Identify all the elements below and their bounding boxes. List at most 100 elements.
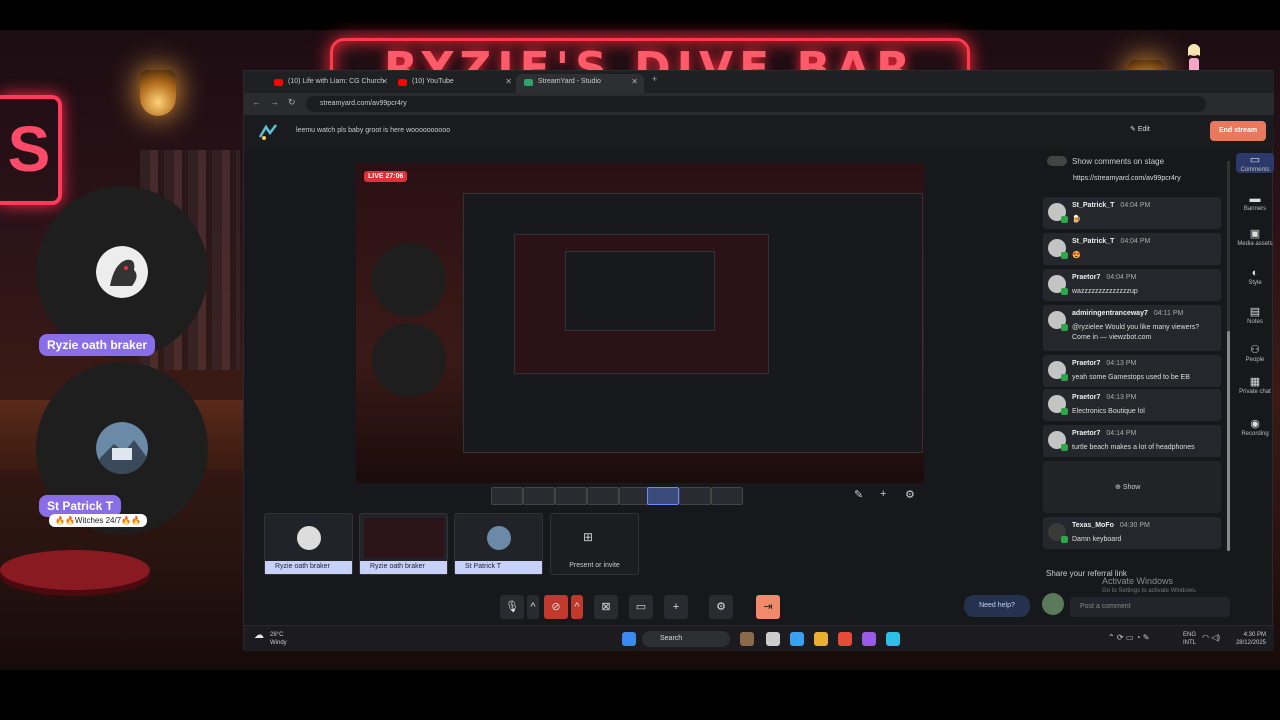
comments-header: Show comments on stage bbox=[1039, 151, 1229, 171]
need-help-button[interactable]: Need help? bbox=[964, 595, 1030, 617]
chat-message[interactable]: Praetor7 04:13 PM Electronics Boutique lol bbox=[1043, 389, 1221, 421]
rail-item-private-chat[interactable]: ▦ Private chat bbox=[1236, 375, 1274, 395]
layout-option[interactable] bbox=[523, 487, 555, 505]
close-icon[interactable]: ✕ bbox=[631, 77, 638, 86]
banner-icon: ▬ bbox=[1249, 193, 1261, 205]
windows-start-icon[interactable] bbox=[622, 632, 636, 646]
new-tab-icon[interactable]: + bbox=[652, 74, 657, 84]
layout-option-selected[interactable] bbox=[647, 487, 679, 505]
participant-tile[interactable]: St Patrick T bbox=[454, 513, 543, 575]
wifi-volume-icon[interactable]: ◠ ◁) bbox=[1202, 633, 1220, 642]
tab-label: StreamYard - Studio bbox=[538, 78, 601, 85]
close-icon[interactable]: ✕ bbox=[381, 77, 388, 86]
chat-message[interactable]: Texas_MoFo 04:30 PM Damn keyboard bbox=[1043, 517, 1221, 549]
discord-icon[interactable] bbox=[862, 632, 876, 646]
app-icon[interactable] bbox=[886, 632, 900, 646]
people-icon: ⚇ bbox=[1250, 344, 1260, 356]
gear-icon[interactable]: ⚙ bbox=[905, 488, 915, 501]
chat-message[interactable]: St_Patrick_T 04:04 PM 🍺 bbox=[1043, 197, 1221, 229]
rail-item-banners[interactable]: ▬ Banners bbox=[1236, 193, 1274, 212]
address-bar: ← → ↻ streamyard.com/av99pcr4ry bbox=[244, 93, 1274, 115]
chat-message[interactable]: Praetor7 04:14 PM turtle beach makes a lot… bbox=[1043, 425, 1221, 457]
present-icon[interactable]: ▭ bbox=[629, 595, 653, 619]
browser-tab[interactable]: (10) Life with Liam: CG Church ✕ bbox=[266, 74, 394, 93]
clock-date: 28/12/2025 bbox=[1235, 640, 1266, 646]
chat-author: Praetor7 04:13 PM bbox=[1072, 360, 1136, 367]
file-explorer-icon[interactable] bbox=[814, 632, 828, 646]
hidden-chat-message[interactable]: ⊕ Show bbox=[1043, 461, 1221, 513]
microphone-icon[interactable]: 🎙 bbox=[500, 595, 524, 619]
browser-tab-active[interactable]: StreamYard - Studio ✕ bbox=[516, 74, 644, 93]
chat-text: yeah some Gamestops used to be EB bbox=[1072, 374, 1190, 381]
post-comment-input[interactable]: Post a comment bbox=[1070, 597, 1230, 617]
copilot-icon[interactable] bbox=[790, 632, 804, 646]
raven-avatar-icon bbox=[96, 246, 148, 298]
weather-widget[interactable]: 28°C Windy bbox=[270, 631, 287, 647]
lang-top: ENG bbox=[1182, 632, 1196, 638]
chat-time: 04:04 PM bbox=[1106, 274, 1137, 281]
add-guest-icon[interactable]: + bbox=[664, 595, 688, 619]
participant-tile[interactable]: Ryzie oath braker bbox=[264, 513, 353, 575]
task-view-icon[interactable] bbox=[766, 632, 780, 646]
record-icon: ◉ bbox=[1250, 418, 1260, 430]
close-icon[interactable]: ✕ bbox=[505, 77, 512, 86]
comments-scroll-thumb[interactable] bbox=[1227, 331, 1230, 551]
chat-author: Praetor7 04:04 PM bbox=[1072, 274, 1136, 281]
camera-off-icon[interactable]: ⊘ bbox=[544, 595, 568, 619]
reload-icon[interactable]: ↻ bbox=[288, 97, 296, 108]
chat-user: Praetor7 bbox=[1072, 274, 1101, 281]
forward-icon[interactable]: → bbox=[270, 97, 279, 107]
participant-tile[interactable]: Ryzie oath braker bbox=[359, 513, 448, 575]
layout-option[interactable] bbox=[679, 487, 711, 505]
show-on-stage-toggle[interactable] bbox=[1047, 156, 1067, 166]
chat-time: 04:11 PM bbox=[1153, 310, 1184, 317]
rail-item-notes[interactable]: ▤ Notes bbox=[1236, 305, 1274, 325]
tile-name-label: St Patrick T bbox=[455, 561, 542, 574]
edit-button[interactable]: ✎ Edit bbox=[1130, 125, 1150, 133]
language-indicator[interactable]: ENG INTL bbox=[1174, 631, 1196, 647]
tile-name-label: Ryzie oath braker bbox=[265, 561, 352, 574]
layout-option[interactable] bbox=[491, 487, 523, 505]
chat-message[interactable]: admiringentranceway7 04:11 PM @ryzielee Wo… bbox=[1043, 305, 1221, 351]
widget-icon[interactable] bbox=[740, 632, 754, 646]
url-input[interactable]: streamyard.com/av99pcr4ry bbox=[306, 96, 1206, 112]
pinned-link[interactable]: https://streamyard.com/av99pcr4ry bbox=[1073, 175, 1181, 182]
chat-time: 04:13 PM bbox=[1106, 394, 1137, 401]
chevron-up-icon[interactable]: ^ bbox=[571, 595, 583, 619]
browser-window: (10) Life with Liam: CG Church ✕ (10) Yo… bbox=[243, 70, 1274, 651]
rail-item-people[interactable]: ⚇ People bbox=[1236, 343, 1274, 363]
clock[interactable]: 4:30 PM 28/12/2025 bbox=[1222, 631, 1266, 647]
gear-icon[interactable]: ⚙ bbox=[709, 595, 733, 619]
layout-option[interactable] bbox=[587, 487, 619, 505]
tab-label: (10) Life with Liam: CG Church bbox=[288, 78, 385, 85]
plus-icon[interactable]: + bbox=[880, 488, 886, 500]
chat-message[interactable]: Praetor7 04:04 PM wazzzzzzzzzzzzzzup bbox=[1043, 269, 1221, 301]
present-or-invite-tile[interactable]: ⊞ Present or invite bbox=[550, 513, 639, 575]
leave-studio-icon[interactable]: ⇥ bbox=[756, 595, 780, 619]
chat-author: St_Patrick_T 04:04 PM bbox=[1072, 202, 1150, 209]
screen-share-thumbnail bbox=[364, 518, 444, 558]
browser-tab[interactable]: (10) YouTube ✕ bbox=[390, 74, 518, 93]
chevron-up-icon[interactable]: ^ bbox=[527, 595, 539, 619]
rail-label: Style bbox=[1248, 280, 1262, 286]
windows-taskbar: ☁ 28°C Windy Search ⌃ ⟳ ▭ ◔ ✎ ENG INTL ◠… bbox=[244, 625, 1274, 651]
screen-share-icon[interactable]: ⊠ bbox=[594, 595, 618, 619]
rail-item-recording[interactable]: ◉ Recording bbox=[1236, 417, 1274, 437]
avatar bbox=[1048, 203, 1068, 223]
chat-message[interactable]: St_Patrick_T 04:04 PM 😍 bbox=[1043, 233, 1221, 265]
chrome-icon[interactable] bbox=[838, 632, 852, 646]
end-stream-button[interactable]: End stream bbox=[1210, 121, 1266, 141]
system-tray-icon[interactable]: ⌃ ⟳ ▭ ◔ ✎ bbox=[1108, 633, 1149, 642]
rail-item-media[interactable]: ▣ Media assets bbox=[1236, 227, 1274, 247]
layout-option[interactable] bbox=[711, 487, 743, 505]
youtube-icon bbox=[398, 79, 407, 86]
show-hidden-button[interactable]: ⊕ Show bbox=[1115, 483, 1140, 491]
chat-message[interactable]: Praetor7 04:13 PM yeah some Gamestops used… bbox=[1043, 355, 1221, 387]
rail-item-style[interactable]: ◐ Style bbox=[1236, 267, 1274, 286]
rail-item-comments[interactable]: ▭ Comments bbox=[1236, 153, 1274, 173]
avatar bbox=[297, 526, 321, 550]
layout-option[interactable] bbox=[555, 487, 587, 505]
taskbar-search[interactable]: Search bbox=[642, 631, 730, 647]
back-icon[interactable]: ← bbox=[252, 97, 261, 107]
pencil-icon[interactable]: ✎ bbox=[854, 488, 863, 501]
